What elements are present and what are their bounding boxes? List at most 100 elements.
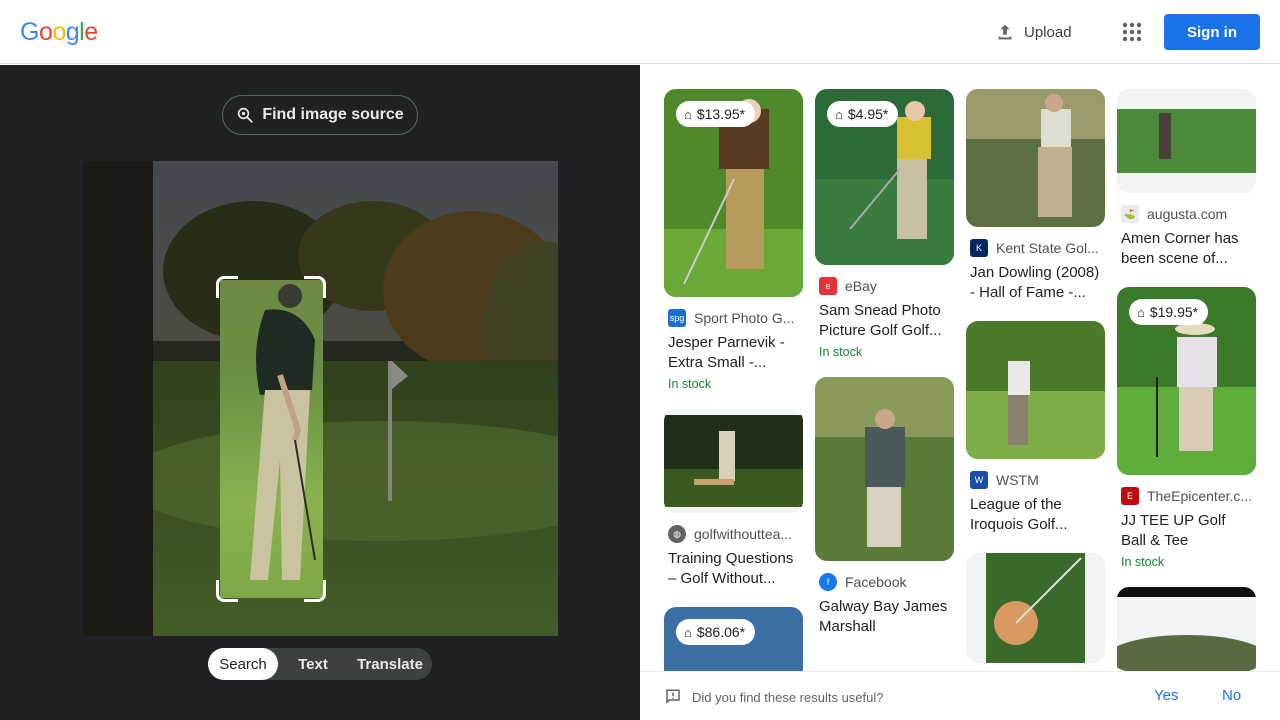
result-title[interactable]: Training Questions – Golf Without... bbox=[668, 549, 799, 589]
apps-grid-icon[interactable] bbox=[1116, 16, 1148, 48]
globe-icon: ◍ bbox=[668, 525, 686, 543]
result-source: f Facebook bbox=[819, 573, 950, 591]
stock-status: In stock bbox=[1121, 555, 1165, 569]
crop-handle-bottom-left[interactable] bbox=[216, 580, 238, 602]
result-thumbnail[interactable] bbox=[966, 553, 1105, 663]
lens-mode-switcher: Search Text Translate bbox=[208, 648, 432, 680]
result-thumbnail[interactable] bbox=[1117, 89, 1256, 193]
logo-letter: o bbox=[52, 18, 66, 46]
result-title[interactable]: League of the Iroquois Golf... bbox=[970, 495, 1101, 535]
kent-state-favicon-icon: K bbox=[970, 239, 988, 257]
results-column: ⌂ $4.95* e eBay Sam Snead Photo Picture Go… bbox=[815, 89, 954, 655]
wstm-favicon-icon: W bbox=[970, 471, 988, 489]
golfer-figure bbox=[250, 284, 316, 580]
result-thumbnail[interactable] bbox=[966, 89, 1105, 227]
feedback-yes-button[interactable]: Yes bbox=[1154, 687, 1178, 704]
price-value: $13.95* bbox=[696, 106, 746, 122]
google-logo[interactable]: Google bbox=[20, 18, 98, 47]
result-source: ⛳ augusta.com bbox=[1121, 205, 1252, 223]
result-source: E TheEpicenter.c... bbox=[1121, 487, 1252, 505]
result-card[interactable]: f Facebook Galway Bay James Marshall Memo… bbox=[815, 377, 954, 637]
result-title[interactable]: Amen Corner has been scene of... bbox=[1121, 229, 1252, 269]
result-source: spg Sport Photo G... bbox=[668, 309, 799, 327]
source-name: Kent State Gol... bbox=[996, 240, 1099, 256]
results-column: ⌂ $13.95* spg Sport Photo G... Jesper Parn… bbox=[664, 89, 803, 671]
result-card[interactable]: K Kent State Gol... Jan Dowling (2008) - … bbox=[966, 89, 1105, 303]
result-card[interactable]: ⛳ augusta.com Amen Corner has been scene … bbox=[1117, 89, 1256, 269]
result-card[interactable]: W WSTM League of the Iroquois Golf... bbox=[966, 321, 1105, 535]
result-card[interactable] bbox=[1117, 587, 1256, 671]
ebay-favicon-icon: e bbox=[819, 277, 837, 295]
logo-letter: e bbox=[84, 18, 98, 46]
price-badge: ⌂ $86.06* bbox=[676, 619, 756, 645]
tag-icon: ⌂ bbox=[1137, 304, 1145, 320]
sign-in-button[interactable]: Sign in bbox=[1164, 14, 1260, 50]
top-bar: Google Upload Sign in bbox=[0, 0, 1280, 64]
source-name: WSTM bbox=[996, 472, 1039, 488]
tab-translate[interactable]: Translate bbox=[348, 648, 432, 680]
price-badge: ⌂ $19.95* bbox=[1129, 299, 1209, 325]
crop-handle-bottom-right[interactable] bbox=[304, 580, 326, 602]
find-image-source-button[interactable]: Find image source bbox=[222, 95, 418, 135]
source-name: Sport Photo G... bbox=[694, 310, 795, 326]
query-image bbox=[83, 161, 558, 636]
stock-status: In stock bbox=[668, 377, 712, 391]
feedback-icon bbox=[666, 689, 680, 705]
result-thumbnail[interactable] bbox=[1117, 587, 1256, 671]
result-card[interactable]: ◍ golfwithoutteа... Training Questions – … bbox=[664, 409, 803, 589]
result-thumbnail[interactable]: ⌂ $86.06* bbox=[664, 607, 803, 671]
price-value: $86.06* bbox=[696, 624, 746, 640]
stock-status: In stock bbox=[819, 345, 863, 359]
selection-crop-area[interactable] bbox=[220, 280, 323, 598]
logo-letter: g bbox=[65, 18, 80, 46]
visual-matches-results: ⌂ $13.95* spg Sport Photo G... Jesper Parn… bbox=[640, 65, 1280, 671]
tag-icon: ⌂ bbox=[684, 624, 692, 640]
crop-handle-top-right[interactable] bbox=[304, 276, 326, 298]
result-thumbnail[interactable]: ⌂ $4.95* bbox=[815, 89, 954, 265]
lens-query-panel: Find image source Search Text Translate bbox=[0, 65, 640, 720]
feedback-question-text: Did you find these results useful? bbox=[692, 689, 884, 705]
source-name: golfwithoutteа... bbox=[694, 526, 793, 542]
feedback-bar: Did you find these results useful? Yes N… bbox=[640, 671, 1280, 720]
result-card[interactable]: ⌂ $4.95* e eBay Sam Snead Photo Picture Go… bbox=[815, 89, 954, 359]
logo-letter: o bbox=[38, 18, 53, 46]
result-source: e eBay bbox=[819, 277, 950, 295]
result-card[interactable]: ⌂ $86.06* bbox=[664, 607, 803, 671]
result-title[interactable]: Jesper Parnevik - Extra Small -... bbox=[668, 333, 799, 373]
result-title[interactable]: Sam Snead Photo Picture Golf Golf... bbox=[819, 301, 950, 341]
upload-icon bbox=[998, 24, 1012, 40]
site-favicon-icon: spg bbox=[668, 309, 686, 327]
price-badge: ⌂ $13.95* bbox=[676, 101, 756, 127]
feedback-no-button[interactable]: No bbox=[1222, 687, 1241, 704]
logo-letter: G bbox=[20, 18, 39, 46]
tag-icon: ⌂ bbox=[835, 106, 843, 122]
result-thumbnail[interactable] bbox=[815, 377, 954, 561]
upload-label: Upload bbox=[1024, 23, 1072, 41]
lens-search-icon bbox=[238, 107, 253, 123]
tab-search[interactable]: Search bbox=[208, 648, 278, 680]
result-title[interactable]: Galway Bay James Marshall Memoria... bbox=[819, 597, 950, 637]
result-thumbnail[interactable]: ⌂ $19.95* bbox=[1117, 287, 1256, 475]
upload-button[interactable]: Upload bbox=[986, 14, 1080, 50]
tag-icon: ⌂ bbox=[684, 106, 692, 122]
result-thumbnail[interactable]: ⌂ $13.95* bbox=[664, 89, 803, 297]
augusta-favicon-icon: ⛳ bbox=[1121, 205, 1139, 223]
source-name: eBay bbox=[845, 278, 877, 294]
price-badge: ⌂ $4.95* bbox=[827, 101, 899, 127]
result-thumbnail[interactable] bbox=[966, 321, 1105, 459]
epicenter-favicon-icon: E bbox=[1121, 487, 1139, 505]
results-column: ⛳ augusta.com Amen Corner has been scene … bbox=[1117, 89, 1256, 671]
results-column: K Kent State Gol... Jan Dowling (2008) - … bbox=[966, 89, 1105, 671]
result-thumbnail[interactable] bbox=[664, 409, 803, 513]
result-source: ◍ golfwithoutteа... bbox=[668, 525, 799, 543]
crop-handle-top-left[interactable] bbox=[216, 276, 238, 298]
tab-text[interactable]: Text bbox=[278, 648, 348, 680]
result-title[interactable]: Jan Dowling (2008) - Hall of Fame -... bbox=[970, 263, 1101, 303]
price-value: $19.95* bbox=[1149, 304, 1199, 320]
result-title[interactable]: JJ TEE UP Golf Ball & Tee Setting/Pick..… bbox=[1121, 511, 1252, 551]
result-card[interactable]: ⌂ $19.95* E TheEpicenter.c... JJ TEE UP Go… bbox=[1117, 287, 1256, 569]
result-card[interactable]: ⌂ $13.95* spg Sport Photo G... Jesper Parn… bbox=[664, 89, 803, 391]
source-name: Facebook bbox=[845, 574, 907, 590]
result-card[interactable] bbox=[966, 553, 1105, 663]
facebook-icon: f bbox=[819, 573, 837, 591]
